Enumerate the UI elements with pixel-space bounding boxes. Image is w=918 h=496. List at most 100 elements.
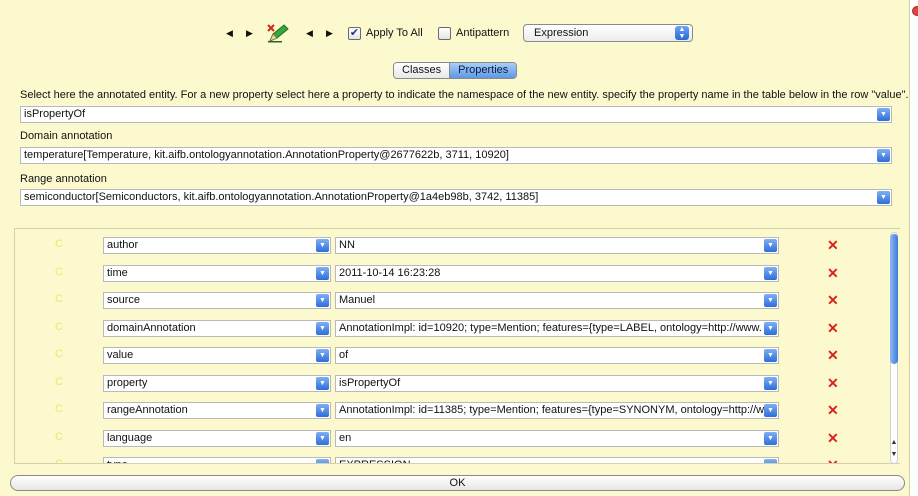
dropdown-icon[interactable]: ▼ bbox=[877, 191, 890, 204]
apply-to-all-label: Apply To All bbox=[366, 27, 423, 39]
table-row: Cvalue ▼ of ▼ ✕ bbox=[15, 343, 885, 369]
type-select[interactable]: Expression ▲ ▼ bbox=[523, 24, 693, 42]
dropdown-icon[interactable]: ▼ bbox=[316, 431, 329, 445]
dropdown-icon[interactable]: ▼ bbox=[877, 108, 890, 121]
next-arrow-icon[interactable]: ▶ bbox=[246, 22, 253, 44]
dropdown-icon[interactable]: ▼ bbox=[316, 459, 329, 463]
property-key: author bbox=[107, 239, 139, 251]
dropdown-icon[interactable]: ▼ bbox=[316, 404, 329, 417]
dropdown-icon[interactable]: ▼ bbox=[764, 321, 777, 335]
property-value-select[interactable]: EXPRESSION ▼ bbox=[335, 457, 779, 463]
dropdown-icon[interactable]: ▼ bbox=[764, 404, 777, 417]
prev-arrow-icon[interactable]: ◀ bbox=[226, 22, 233, 44]
antipattern-checkbox[interactable]: Antipattern bbox=[438, 22, 509, 44]
property-key: language bbox=[107, 431, 153, 444]
property-value-select[interactable]: AnnotationImpl: id=11385; type=Mention; … bbox=[335, 402, 779, 419]
property-key-select[interactable]: language ▼ bbox=[103, 429, 331, 447]
table-row: CdomainAnnotation ▼ AnnotationImpl: id=109… bbox=[15, 316, 885, 342]
dropdown-icon[interactable]: ▼ bbox=[316, 349, 329, 362]
row-marker: C bbox=[55, 348, 63, 360]
dropdown-icon[interactable]: ▼ bbox=[764, 239, 777, 252]
dropdown-icon[interactable]: ▼ bbox=[764, 431, 777, 445]
dropdown-icon[interactable]: ▼ bbox=[764, 266, 777, 280]
dialog-window: ◀ ▶ ◀ ▶ ✔ Apply To All Antipattern Expre… bbox=[0, 0, 910, 496]
scroll-up-icon[interactable]: ▲ bbox=[890, 438, 898, 447]
ok-button[interactable]: OK bbox=[10, 475, 905, 491]
tab-bar: Classes Properties bbox=[393, 62, 518, 79]
property-value-select[interactable]: NN ▼ bbox=[335, 237, 779, 254]
property-value-select[interactable]: Manuel ▼ bbox=[335, 292, 779, 309]
delete-icon[interactable]: ✕ bbox=[827, 430, 839, 446]
property-value: en bbox=[339, 431, 352, 444]
dropdown-icon[interactable]: ▼ bbox=[316, 266, 329, 280]
dropdown-icon[interactable]: ▼ bbox=[316, 321, 329, 335]
property-key-select[interactable]: source ▼ bbox=[103, 292, 331, 309]
delete-icon[interactable]: ✕ bbox=[827, 320, 839, 336]
delete-icon[interactable]: ✕ bbox=[827, 292, 839, 308]
range-annotation-select[interactable]: semiconductor[Semiconductors, kit.aifb.o… bbox=[20, 189, 892, 206]
property-key: source bbox=[107, 294, 141, 306]
property-value: isPropertyOf bbox=[339, 376, 401, 389]
property-value-select[interactable]: AnnotationImpl: id=10920; type=Mention; … bbox=[335, 319, 779, 337]
property-key-select[interactable]: type ▼ bbox=[103, 457, 331, 463]
property-value: of bbox=[339, 349, 349, 361]
dropdown-icon[interactable]: ▼ bbox=[316, 294, 329, 307]
table-scrollbar[interactable]: ▲ ▼ bbox=[888, 232, 900, 464]
dropdown-icon[interactable]: ▼ bbox=[764, 376, 777, 390]
table-row: Ctype ▼ EXPRESSION ▼ ✕ bbox=[15, 453, 885, 463]
toolbar: ◀ ▶ ◀ ▶ ✔ Apply To All Antipattern Expre… bbox=[0, 22, 910, 44]
property-value: NN bbox=[339, 239, 355, 251]
table-row: Cauthor ▼ NN ▼ ✕ bbox=[15, 233, 885, 259]
apply-to-all-checkbox[interactable]: ✔ Apply To All bbox=[348, 22, 423, 44]
row-marker: C bbox=[55, 293, 63, 305]
table-row: CrangeAnnotation ▼ AnnotationImpl: id=1138… bbox=[15, 398, 885, 424]
property-value: EXPRESSION bbox=[339, 459, 411, 463]
property-key-select[interactable]: property ▼ bbox=[103, 374, 331, 392]
table-row: Cproperty ▼ isPropertyOf ▼ ✕ bbox=[15, 371, 885, 397]
property-key: value bbox=[107, 349, 134, 361]
dropdown-icon[interactable]: ▼ bbox=[764, 349, 777, 362]
domain-annotation-select[interactable]: temperature[Temperature, kit.aifb.ontolo… bbox=[20, 147, 892, 164]
antipattern-label: Antipattern bbox=[456, 27, 510, 39]
property-key-select[interactable]: domainAnnotation ▼ bbox=[103, 319, 331, 337]
range-annotation-label: Range annotation bbox=[20, 173, 107, 185]
type-select-value: Expression bbox=[534, 27, 589, 39]
property-key-select[interactable]: author ▼ bbox=[103, 237, 331, 254]
dropdown-icon[interactable]: ▼ bbox=[877, 149, 890, 162]
dropdown-icon[interactable]: ▼ bbox=[316, 376, 329, 390]
table-row: Ctime ▼ 2011-10-14 16:23:28 ▼ ✕ bbox=[15, 261, 885, 287]
prev-arrow-icon[interactable]: ◀ bbox=[306, 22, 313, 44]
close-indicator-icon[interactable] bbox=[912, 6, 918, 16]
table-row: Csource ▼ Manuel ▼ ✕ bbox=[15, 288, 885, 314]
property-key: time bbox=[107, 266, 128, 279]
property-key-select[interactable]: time ▼ bbox=[103, 264, 331, 282]
dropdown-icon[interactable]: ▼ bbox=[316, 239, 329, 252]
property-value: Manuel bbox=[339, 294, 376, 306]
delete-icon[interactable]: ✕ bbox=[827, 347, 839, 363]
row-marker: C bbox=[55, 320, 63, 333]
tab-classes[interactable]: Classes bbox=[394, 63, 450, 78]
property-value-select[interactable]: en ▼ bbox=[335, 429, 779, 447]
delete-icon[interactable]: ✕ bbox=[827, 457, 839, 463]
property-value-select[interactable]: of ▼ bbox=[335, 347, 779, 364]
delete-icon[interactable]: ✕ bbox=[827, 375, 839, 391]
delete-icon[interactable]: ✕ bbox=[827, 265, 839, 281]
property-value: AnnotationImpl: id=11385; type=Mention; … bbox=[339, 404, 765, 416]
entity-select[interactable]: isPropertyOf ▼ bbox=[20, 106, 892, 123]
pencil-delete-icon[interactable] bbox=[266, 22, 290, 44]
scroll-thumb[interactable] bbox=[890, 234, 898, 364]
delete-icon[interactable]: ✕ bbox=[827, 402, 839, 418]
next-arrow-icon[interactable]: ▶ bbox=[326, 22, 333, 44]
property-key-select[interactable]: rangeAnnotation ▼ bbox=[103, 402, 331, 419]
property-key: domainAnnotation bbox=[107, 321, 196, 334]
property-key: type bbox=[107, 459, 128, 463]
scroll-down-icon[interactable]: ▼ bbox=[890, 450, 898, 459]
tab-properties[interactable]: Properties bbox=[449, 63, 517, 78]
property-value: AnnotationImpl: id=10920; type=Mention; … bbox=[339, 321, 762, 334]
dropdown-icon[interactable]: ▼ bbox=[764, 459, 777, 463]
dropdown-icon[interactable]: ▼ bbox=[764, 294, 777, 307]
property-value-select[interactable]: isPropertyOf ▼ bbox=[335, 374, 779, 392]
delete-icon[interactable]: ✕ bbox=[827, 237, 839, 253]
property-key-select[interactable]: value ▼ bbox=[103, 347, 331, 364]
property-value-select[interactable]: 2011-10-14 16:23:28 ▼ bbox=[335, 264, 779, 282]
